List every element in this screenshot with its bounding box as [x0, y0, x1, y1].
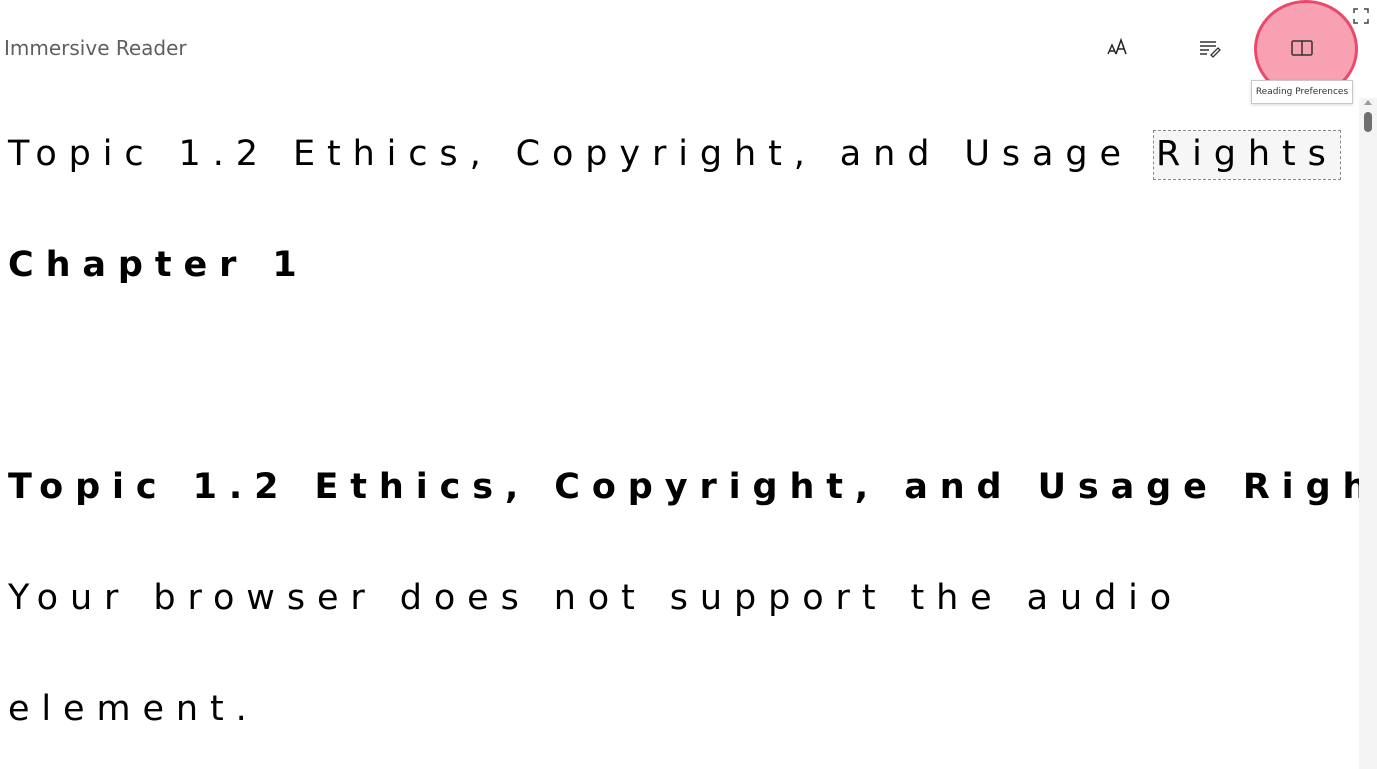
title-text: Topic 1.2 Ethics, Copyright, and Usage [8, 134, 1133, 174]
fullscreen-icon [1351, 8, 1371, 30]
fullscreen-button[interactable] [1351, 6, 1371, 26]
topic-heading: Topic 1.2 Ethics, Copyright, and Usage R… [8, 467, 1377, 507]
highlighted-word[interactable]: Rights [1152, 130, 1341, 180]
scroll-up-arrow-icon[interactable] [1364, 100, 1372, 105]
immersive-reader-window: Immersive Reader Reading Preferences Top… [0, 0, 1377, 769]
open-book-icon [1290, 38, 1314, 63]
text-preferences-button[interactable] [1098, 30, 1138, 70]
grammar-options-button[interactable] [1190, 30, 1230, 70]
audio-fallback-text-line-2: element. [8, 689, 259, 729]
vertical-scrollbar[interactable] [1359, 98, 1377, 769]
reading-preferences-tooltip: Reading Preferences [1251, 80, 1353, 104]
grammar-tools-icon [1198, 37, 1222, 64]
app-title: Immersive Reader [4, 36, 187, 60]
chapter-heading: Chapter 1 [8, 245, 309, 285]
reading-preferences-button[interactable] [1282, 30, 1322, 70]
scroll-thumb[interactable] [1364, 112, 1372, 132]
document-title-line: Topic 1.2 Ethics, Copyright, and Usage R… [8, 130, 1341, 180]
audio-fallback-text-line-1: Your browser does not support the audio [8, 578, 1184, 618]
text-size-icon [1106, 37, 1130, 64]
